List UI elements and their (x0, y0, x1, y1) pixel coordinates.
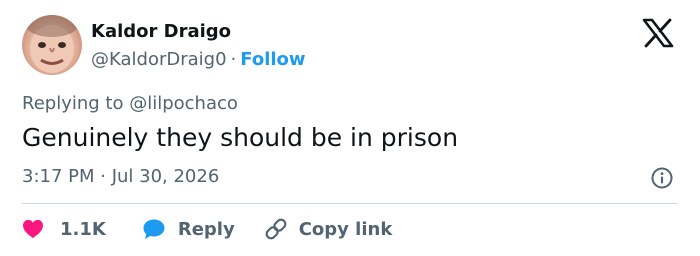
divider (22, 203, 678, 204)
author-handle[interactable]: @KaldorDraig0 (91, 49, 227, 70)
copy-link-label: Copy link (298, 218, 393, 240)
tweet-timestamp[interactable]: 3:17 PM · Jul 30, 2026 (22, 165, 219, 189)
tweet-card: Kaldor Draigo @KaldorDraig0 · Follow Reply… (0, 0, 700, 256)
info-icon[interactable] (650, 166, 674, 190)
like-count: 1.1K (60, 218, 106, 240)
separator-dot: · (230, 49, 237, 70)
x-logo-icon[interactable] (642, 18, 674, 48)
action-bar: 1.1K Reply Copy link (22, 214, 392, 244)
replying-to-label: Replying to (22, 93, 124, 114)
heart-icon (23, 219, 43, 239)
replying-to: Replying to @lilpochaco (22, 92, 238, 116)
like-button[interactable]: 1.1K (22, 219, 106, 240)
avatar[interactable] (22, 15, 82, 75)
link-icon (265, 218, 287, 240)
reply-label: Reply (177, 218, 235, 240)
follow-button[interactable]: Follow (240, 49, 305, 70)
avatar-face-image (26, 15, 78, 73)
author-name[interactable]: Kaldor Draigo (91, 20, 231, 44)
reply-button[interactable]: Reply (142, 218, 235, 240)
copy-link-button[interactable]: Copy link (263, 216, 393, 242)
tweet-text: Genuinely they should be in prison (22, 123, 459, 152)
speech-bubble-icon (143, 219, 165, 239)
reply-mention-link[interactable]: @lilpochaco (129, 93, 238, 114)
author-meta: @KaldorDraig0 · Follow (91, 48, 306, 72)
